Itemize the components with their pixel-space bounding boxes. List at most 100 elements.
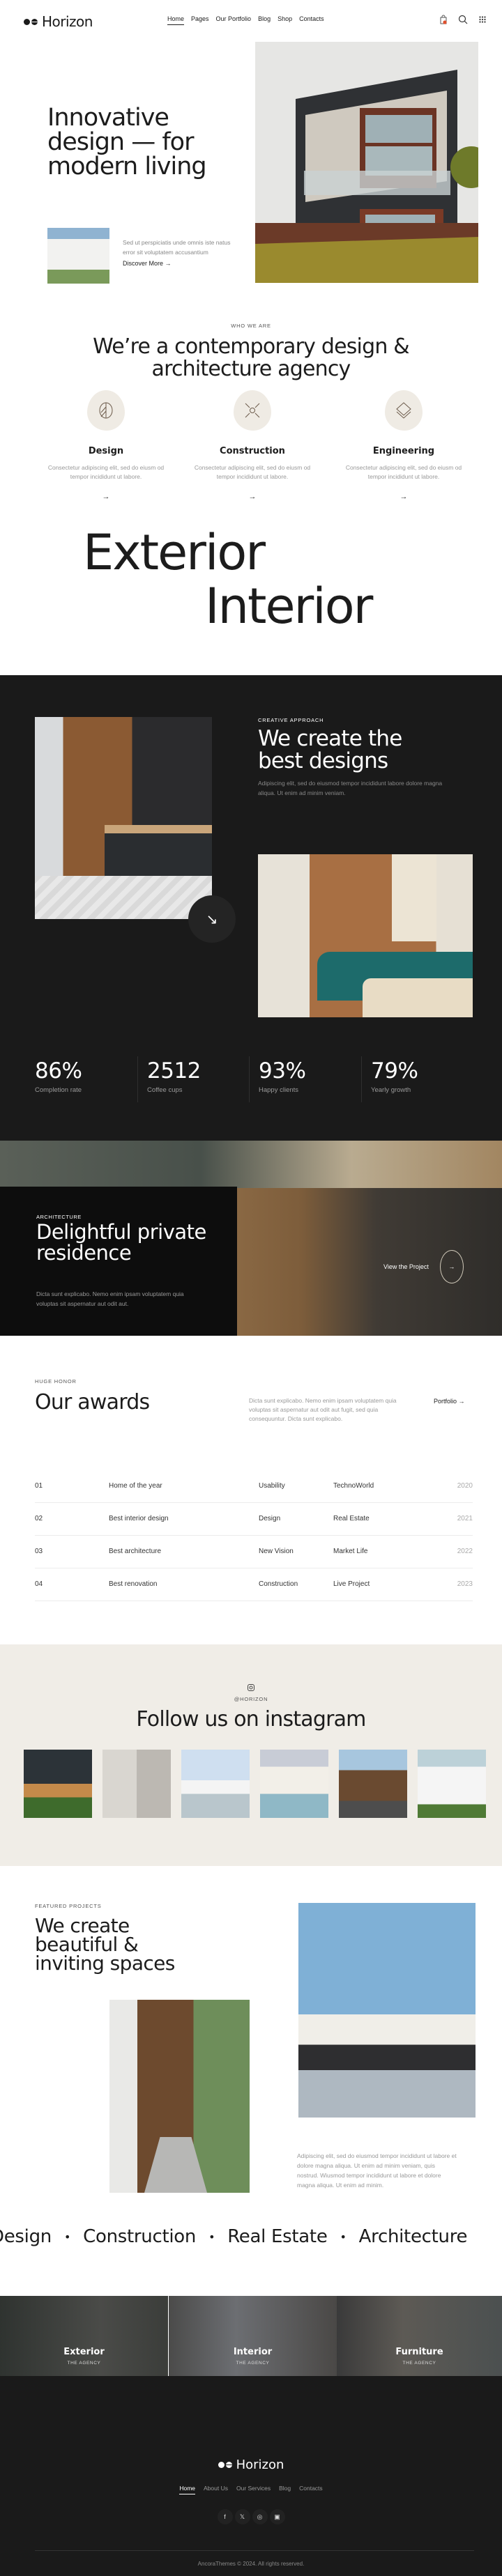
service-arrow-link[interactable]: → [341,493,466,501]
footer-nav-contacts[interactable]: Contacts [299,2485,323,2494]
leaf-shape-icon [87,390,125,431]
view-project-label: View the Project [383,1263,429,1270]
footer-nav: Home About Us Our Services Blog Contacts [0,2485,502,2494]
featured-entrance-image[interactable] [109,2000,250,2193]
award-row: 01 Home of the year Usability TechnoWorl… [35,1470,473,1503]
instagram-photo[interactable] [339,1750,407,1818]
stat-item: 79% Yearly growth [371,1058,418,1094]
category-exterior[interactable]: Exterior THE AGENCY [0,2296,168,2376]
marquee-item: Architecture [358,2226,468,2247]
instagram-handle[interactable]: @HORIZON [0,1696,502,1702]
nav-contacts[interactable]: Contacts [299,15,324,25]
featured-title: We create beautiful & inviting spaces [35,1916,175,1973]
discover-more-link[interactable]: Discover More → [123,260,172,267]
facebook-icon[interactable]: f [217,2509,233,2524]
award-number: 04 [35,1580,43,1588]
service-title: Construction [220,446,285,456]
nav-pages[interactable]: Pages [191,15,209,25]
footer-nav-blog[interactable]: Blog [279,2485,291,2494]
who-title: We’re a contemporary design & architectu… [0,336,502,380]
footer-brand-name: Horizon [236,2458,284,2472]
cart-button[interactable] [438,14,449,25]
cart-icon [440,15,447,24]
category-subtitle: THE AGENCY [402,2361,436,2366]
logo-mark-icon [218,2462,232,2468]
creative-title: We create the best designs [258,727,402,772]
view-project-button[interactable]: View the Project → [383,1250,464,1283]
service-text: Consectetur adipiscing elit, sed do eius… [194,464,311,480]
bullet-icon: • [208,2230,215,2244]
award-number: 02 [35,1515,43,1522]
award-number: 03 [35,1548,43,1555]
hero-title-line: design — for [47,128,194,156]
awards-eyebrow: HUGE HONOR [35,1378,77,1385]
featured-house-image[interactable] [298,1903,476,2118]
brand-logo[interactable]: Horizon [24,13,93,30]
instagram-photo[interactable] [24,1750,92,1818]
brand-name: Horizon [42,13,93,30]
service-arrow-link[interactable]: → [43,493,169,501]
stat-label: Coffee cups [147,1086,183,1094]
instagram-photo[interactable] [102,1750,171,1818]
scroll-down-button[interactable]: ↘ [188,895,236,943]
instagram-title: Follow us on instagram [136,1707,366,1732]
award-organization: Market Life [333,1548,368,1555]
award-row: 02 Best interior design Design Real Esta… [35,1503,473,1536]
converging-arrows-icon [234,390,271,431]
house-illustration [255,42,478,283]
nav-shop[interactable]: Shop [277,15,292,25]
featured-title-line: We create [35,1914,130,1937]
nav-home[interactable]: Home [167,15,185,25]
stat-divider [361,1056,362,1102]
dribbble-icon[interactable]: ◎ [252,2509,268,2524]
instagram-photo[interactable] [181,1750,250,1818]
hero-title-line: modern living [47,153,207,180]
category-title: Exterior [63,2347,105,2357]
menu-button[interactable] [477,14,488,25]
search-button[interactable] [457,14,469,25]
service-text: Consectetur adipiscing elit, sed do eius… [47,464,165,480]
stat-value: 2512 [147,1058,201,1083]
hero-house-image [255,42,478,283]
stat-value: 79% [371,1058,418,1083]
nav-portfolio[interactable]: Our Portfolio [216,15,252,25]
logo-mark-icon [24,18,38,25]
services-marquee: Design • Construction • Real Estate • Architec… [0,2226,492,2247]
footer-logo[interactable]: Horizon [0,2458,502,2472]
residence-title: Delightful private residence [36,1221,206,1263]
discover-more-label: Discover More [123,260,164,267]
arrow-right-icon: → [165,260,172,267]
instagram-photo[interactable] [260,1750,328,1818]
portfolio-link[interactable]: Portfolio → [434,1398,465,1405]
bullet-icon: • [63,2230,71,2244]
service-arrow-link[interactable]: → [190,493,315,501]
award-name: Best renovation [109,1580,158,1588]
creative-eyebrow: CREATIVE APPROACH [258,717,324,723]
creative-description: Adipiscing elit, sed do eiusmod tempor i… [258,780,443,796]
footer-nav-home[interactable]: Home [179,2485,196,2494]
site-footer [0,2376,502,2576]
category-interior[interactable]: Interior THE AGENCY [169,2296,337,2376]
footer-nav-services[interactable]: Our Services [236,2485,271,2494]
award-year: 2021 [457,1515,473,1522]
arrow-right-icon: → [439,1250,464,1283]
hero-title-line: Innovative [47,104,169,132]
stat-value: 93% [259,1058,306,1083]
instagram-icon[interactable]: ▣ [269,2509,285,2524]
footer-nav-about[interactable]: About Us [204,2485,228,2494]
featured-description: Adipiscing elit, sed do eiusmod tempor i… [297,2152,457,2189]
x-icon[interactable]: 𝕏 [234,2509,250,2524]
instagram-photo[interactable] [418,1750,486,1818]
service-title: Engineering [372,446,435,456]
living-room-image [258,854,473,1017]
nav-blog[interactable]: Blog [258,15,271,25]
featured-title-line: beautiful & [35,1933,139,1956]
grid-menu-icon [479,16,486,23]
layers-icon [385,390,423,431]
main-nav: Home Pages Our Portfolio Blog Shop Conta… [167,15,324,25]
category-furniture[interactable]: Furniture THE AGENCY [337,2296,502,2376]
who-title-line: architecture agency [151,357,351,381]
award-organization: Live Project [333,1580,370,1588]
award-type: Construction [259,1580,298,1588]
stat-label: Completion rate [35,1086,82,1094]
